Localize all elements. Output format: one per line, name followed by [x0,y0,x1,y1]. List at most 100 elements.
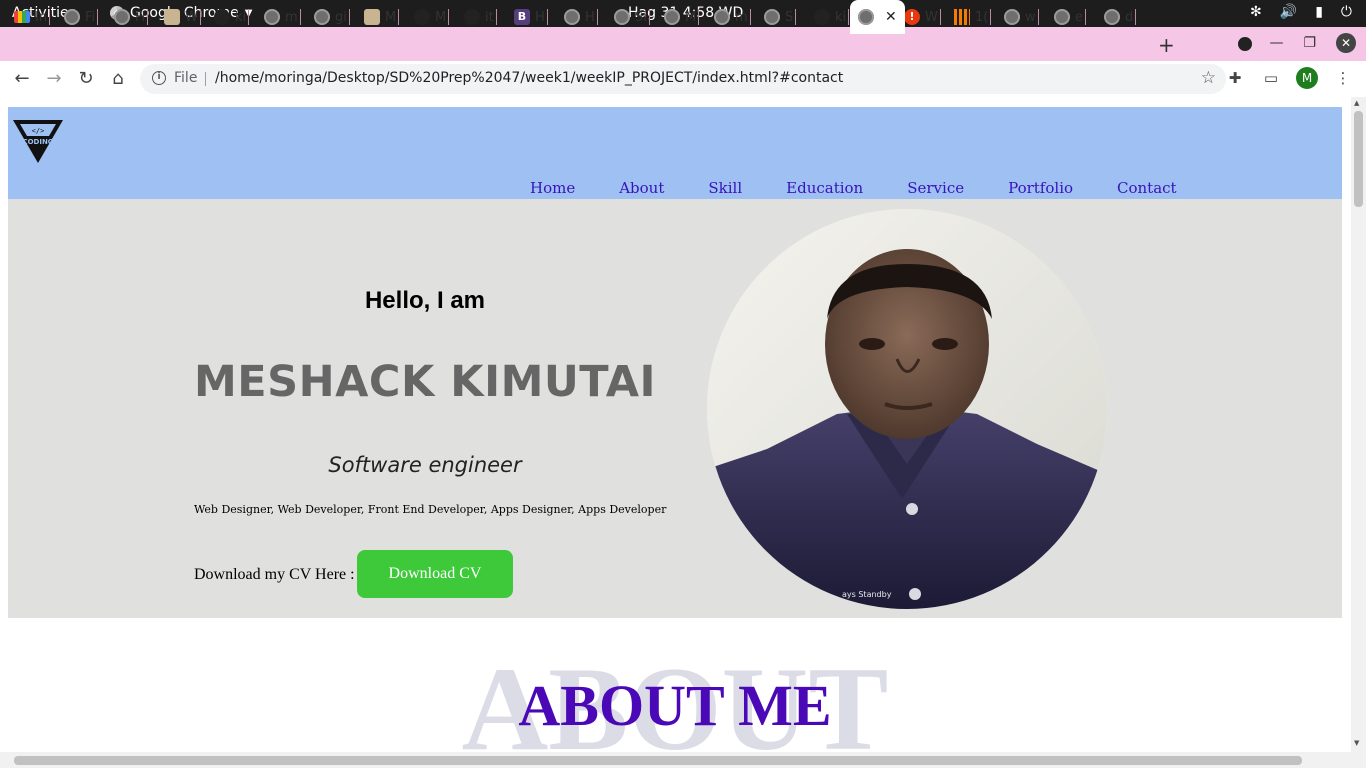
system-tray[interactable]: ✻ 🔊 ▮ ⏻ [1250,4,1352,20]
reload-icon[interactable]: ↻ [74,67,98,91]
restore-icon[interactable]: ❐ [1303,35,1316,51]
tab-label: w [1025,9,1036,25]
svg-text:</>: </> [32,127,45,135]
portrait-illustration: ays Standby [707,209,1107,609]
browser-tab[interactable]: 1( [954,6,992,28]
extensions-puzzle-icon[interactable]: ✚ [1224,67,1246,89]
tab-active[interactable]: ✕ [850,0,905,34]
tab-label: M [385,9,397,25]
volume-icon[interactable]: 🔊 [1280,4,1297,20]
vertical-scroll-thumb[interactable] [1354,111,1363,207]
tab-label: e [1075,9,1083,25]
browser-tab[interactable]: d [1104,6,1137,28]
cv-label: Download my CV Here : [194,566,355,583]
tab-label: Fi [85,9,96,25]
file-scheme-label: File [174,70,198,86]
browser-toolbar: ← → ↻ ⌂ i File /home/moringa/Desktop/SD%… [0,61,1366,97]
horizontal-scrollbar[interactable] [0,752,1366,768]
hero-role: Software engineer [328,453,522,477]
nav-link-skill[interactable]: Skill [708,179,742,197]
close-tab-icon[interactable]: ✕ [885,9,897,25]
browser-tab[interactable]: e [1054,6,1086,28]
vertical-scrollbar[interactable]: ▲ ▼ [1351,97,1366,752]
tab-separator [49,9,51,25]
tab-label: W [925,9,938,25]
browser-tab[interactable]: w [1004,6,1039,28]
address-bar[interactable]: i File /home/moringa/Desktop/SD%20Prep%2… [140,64,1226,94]
coding-logo[interactable]: </> CODING [12,119,64,165]
forward-arrow-icon[interactable]: → [42,67,66,91]
globe-icon [614,9,630,25]
tab-label: M [685,9,697,25]
svg-text:CODING: CODING [22,138,53,146]
nav-link-contact[interactable]: Contact [1117,179,1177,197]
browser-tab[interactable]: M [414,6,450,28]
tab-separator [448,9,450,25]
tab-label: H [585,9,595,25]
nav-link-portfolio[interactable]: Portfolio [1008,179,1073,197]
globe-icon [858,9,874,25]
globe-icon [264,9,280,25]
tab-search-icon[interactable] [1238,37,1252,51]
new-tab-button[interactable]: + [1158,33,1175,57]
minimize-icon[interactable]: — [1269,35,1283,51]
browser-tab[interactable]: Fi [114,6,149,28]
nav-link-education[interactable]: Education [786,179,863,197]
browser-tab[interactable]: H [564,6,598,28]
tab-label: m [285,9,298,25]
tab-label: H [535,9,545,25]
browser-tab[interactable]: M [364,6,400,28]
app-indicator-icon[interactable]: ✻ [1250,4,1262,20]
close-window-icon[interactable]: ✕ [1336,33,1356,53]
horizontal-scroll-thumb[interactable] [14,756,1302,765]
home-icon[interactable]: ⌂ [106,67,130,91]
site-header: </> CODING Home About Skill Education Servic… [8,107,1342,199]
kebab-menu-icon[interactable]: ⋮ [1332,67,1354,89]
browser-tab[interactable]: m [714,6,751,28]
globe-icon [114,9,130,25]
browser-tab[interactable]: W [164,6,201,28]
tab-separator [698,9,700,25]
browser-tab[interactable]: M [664,6,700,28]
profile-avatar[interactable]: M [1296,67,1318,89]
tab-separator [1085,9,1086,25]
browser-tab[interactable]: gi [314,6,350,28]
site-info-icon[interactable]: i [152,71,166,85]
github-icon [414,9,430,25]
globe-icon [714,9,730,25]
nav-link-home[interactable]: Home [530,179,575,197]
url-text[interactable]: /home/moringa/Desktop/SD%20Prep%2047/wee… [215,70,843,86]
globe-icon [664,9,680,25]
tab-label: Si [635,9,647,25]
cast-icon[interactable]: ▭ [1260,67,1282,89]
tab-separator [199,9,201,25]
scroll-up-arrow-icon[interactable]: ▲ [1354,99,1359,107]
browser-tab[interactable]: ki [214,6,250,28]
tab-separator [795,9,797,25]
globe-icon [314,9,330,25]
browser-tab[interactable]: S [764,6,797,28]
tab-separator [97,9,99,25]
tab-separator [990,9,992,25]
bookmark-star-icon[interactable]: ☆ [1201,68,1216,88]
tab-separator [348,9,350,25]
nav-link-about[interactable]: About [619,179,664,197]
browser-tab[interactable]: Si [614,6,650,28]
tab-separator [546,9,548,25]
battery-icon[interactable]: ▮ [1315,4,1323,20]
globe-icon [564,9,580,25]
nav-link-service[interactable]: Service [907,179,964,197]
hero-skills: Web Designer, Web Developer, Front End D… [194,503,667,516]
browser-tab[interactable]: it [464,6,497,28]
browser-tab[interactable]: In [14,6,51,28]
browser-tab[interactable]: ki [814,6,850,28]
browser-tab[interactable]: ! W [904,6,941,28]
browser-tab[interactable]: Fi [64,6,99,28]
browser-tab[interactable]: BH [514,6,548,28]
back-arrow-icon[interactable]: ← [10,67,34,91]
scroll-down-arrow-icon[interactable]: ▼ [1354,739,1359,747]
browser-tab[interactable]: m [264,6,301,28]
download-cv-button[interactable]: Download CV [357,550,513,598]
about-title: ABOUT ME [518,673,832,738]
power-menu-icon[interactable]: ⏻ [1341,4,1352,20]
